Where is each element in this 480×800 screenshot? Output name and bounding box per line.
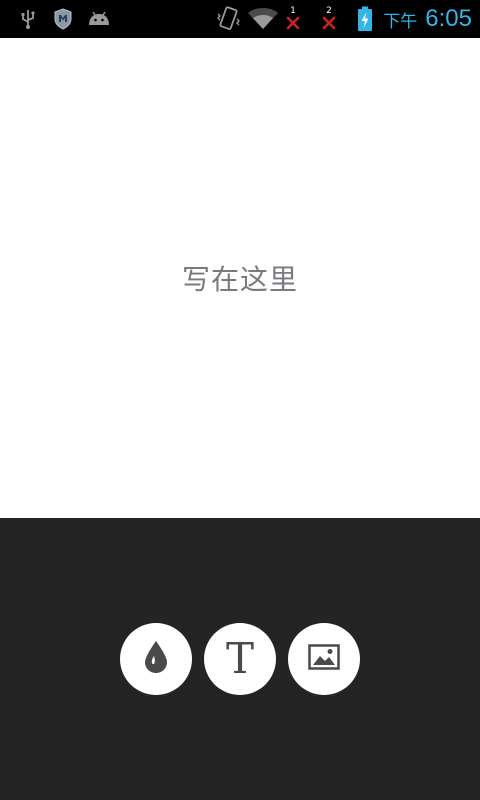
wifi-icon bbox=[246, 0, 280, 38]
bottom-toolbar: T bbox=[0, 518, 480, 800]
text-T-icon: T bbox=[225, 634, 254, 683]
battery-charging-icon bbox=[356, 0, 374, 38]
water-drop-icon bbox=[143, 640, 169, 678]
sim2-no-signal-icon: 2 bbox=[320, 0, 338, 38]
status-bar: 1 2 下午 6:05 bbox=[0, 0, 480, 38]
clock-ampm: 下午 bbox=[383, 11, 418, 31]
sim1-label: 1 bbox=[290, 6, 296, 16]
image-button[interactable] bbox=[288, 623, 360, 695]
usb-icon bbox=[16, 0, 40, 38]
screen: 1 2 下午 6:05 写在这里 T bbox=[0, 0, 480, 800]
status-clock: 下午 6:05 bbox=[383, 0, 472, 38]
sim2-label: 2 bbox=[326, 6, 332, 16]
color-button[interactable] bbox=[120, 623, 192, 695]
android-icon bbox=[86, 0, 112, 38]
writing-canvas[interactable]: 写在这里 bbox=[0, 38, 480, 518]
image-icon bbox=[308, 644, 340, 674]
text-button[interactable]: T bbox=[204, 623, 276, 695]
sim1-no-signal-icon: 1 bbox=[284, 0, 302, 38]
vibrate-icon bbox=[214, 0, 242, 38]
clock-time: 6:05 bbox=[425, 5, 472, 32]
canvas-placeholder[interactable]: 写在这里 bbox=[182, 258, 298, 298]
security-shield-icon bbox=[52, 0, 74, 38]
